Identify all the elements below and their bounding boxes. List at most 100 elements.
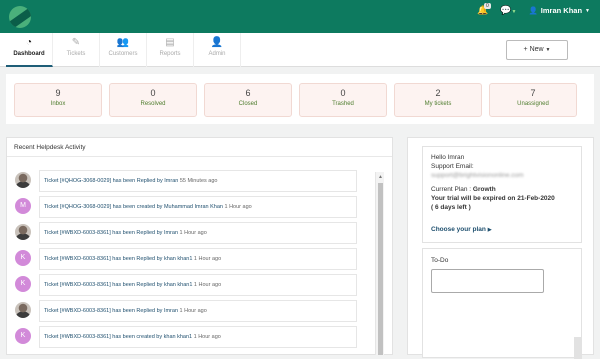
support-email: support@brightvisiononline.com — [431, 172, 524, 179]
todo-card: To-Do — [422, 248, 582, 359]
activity-item: K Ticket [#WBXD-6003-8361] has been crea… — [15, 326, 393, 348]
stat-value: 6 — [245, 88, 251, 98]
activity-text: Ticket [#WBXD-6003-8361] has been create… — [44, 334, 193, 340]
notifications-count: 0 — [484, 3, 491, 9]
avatar — [15, 224, 31, 240]
activity-entry[interactable]: Ticket [#WBXD-6003-8361] has been Replie… — [39, 274, 357, 296]
tab-dashboard[interactable]: ◔ Dashboard — [6, 33, 53, 67]
activity-time: 1 Hour ago — [179, 308, 207, 314]
activity-title: Recent Helpdesk Activity — [14, 144, 86, 151]
stat-inbox[interactable]: 9 Inbox — [14, 83, 102, 117]
stat-value: 2 — [435, 88, 441, 98]
divider — [7, 156, 392, 157]
avatar — [15, 302, 31, 318]
ticket-icon: ✎ — [71, 37, 81, 48]
activity-time: 1 Hour ago — [224, 204, 252, 210]
activity-item: K Ticket [#WBXD-6003-8361] has been Repl… — [15, 274, 393, 296]
activity-time: 55 Minutes ago — [179, 178, 218, 184]
current-plan-value: Growth — [472, 186, 496, 193]
activity-item: M Ticket [#QHOG-3068-0029] has been crea… — [15, 196, 393, 218]
app-logo[interactable] — [9, 6, 31, 28]
activity-time: 1 Hour ago — [179, 230, 207, 236]
user-name: Imran Khan — [540, 6, 583, 15]
stat-closed[interactable]: 6 Closed — [204, 83, 292, 117]
notifications-button[interactable]: 🔔 0 — [477, 3, 491, 16]
plan-card: Hello Imran Support Email: support@brigh… — [422, 146, 582, 243]
stat-label: Trashed — [332, 101, 354, 107]
chat-button[interactable]: 💬▼ — [500, 5, 516, 16]
avatar — [15, 172, 31, 188]
chevron-down-icon: ▼ — [545, 47, 551, 53]
avatar: M — [15, 198, 31, 214]
activity-text: Ticket [#WBXD-6003-8361] has been Replie… — [44, 308, 179, 314]
activity-entry[interactable]: Ticket [#QHOG-3068-0029] has been create… — [39, 196, 357, 218]
plus-icon: + — [523, 46, 528, 53]
stat-value: 0 — [150, 88, 156, 98]
current-plan: Current Plan : Growth — [431, 186, 496, 193]
users-icon: 👥 — [116, 37, 130, 48]
todo-input[interactable] — [431, 269, 544, 293]
stat-value: 7 — [530, 88, 536, 98]
chevron-down-icon: ▼ — [585, 7, 590, 14]
stat-value: 0 — [340, 88, 346, 98]
stat-label: Resolved — [140, 101, 166, 107]
stat-value: 9 — [55, 88, 61, 98]
activity-entry[interactable]: Ticket [#WBXD-6003-8361] has been Replie… — [39, 300, 357, 322]
choose-plan-link[interactable]: Choose your plan ▶ — [431, 226, 492, 233]
activity-text: Ticket [#WBXD-6003-8361] has been Replie… — [44, 256, 193, 262]
avatar: K — [15, 250, 31, 266]
stats-panel: 9 Inbox 0 Resolved 6 Closed 0 Trashed 2 … — [6, 74, 594, 124]
new-button[interactable]: + New ▼ — [506, 40, 568, 60]
activity-entry[interactable]: Ticket [#WBXD-6003-8361] has been Replie… — [39, 222, 357, 244]
tab-customers[interactable]: 👥 Customers — [100, 33, 147, 67]
tab-reports[interactable]: ▤ Reports — [147, 33, 194, 67]
stat-my-tickets[interactable]: 2 My tickets — [394, 83, 482, 117]
stat-label: Inbox — [50, 101, 66, 107]
activity-entry[interactable]: Ticket [#WBXD-6003-8361] has been create… — [39, 326, 357, 348]
top-bar: 🔔 0 💬▼ 👤 Imran Khan ▼ — [0, 0, 600, 33]
activity-item: K Ticket [#WBXD-6003-8361] has been Repl… — [15, 248, 393, 270]
user-icon: 👤 — [528, 6, 538, 15]
activity-entry[interactable]: Ticket [#QHOG-3068-0029] has been Replie… — [39, 170, 357, 192]
greeting: Hello Imran — [431, 154, 465, 161]
stat-resolved[interactable]: 0 Resolved — [109, 83, 197, 117]
chart-icon: ▤ — [165, 37, 175, 48]
current-plan-label: Current Plan : — [431, 186, 472, 193]
stat-trashed[interactable]: 0 Trashed — [299, 83, 387, 117]
stat-label: Unassigned — [517, 101, 549, 107]
activity-entry[interactable]: Ticket [#WBXD-6003-8361] has been Replie… — [39, 248, 357, 270]
activity-item: Ticket [#WBXD-6003-8361] has been Replie… — [15, 300, 393, 322]
user-menu[interactable]: 👤 Imran Khan ▼ — [528, 6, 590, 15]
activity-scrollbar[interactable]: ▲ — [375, 172, 384, 355]
choose-plan-label: Choose your plan — [431, 226, 486, 233]
account-panel: Hello Imran Support Email: support@brigh… — [407, 137, 594, 359]
tab-label: Customers — [108, 51, 138, 57]
avatar: K — [15, 328, 31, 344]
tab-label: Reports — [159, 51, 181, 57]
activity-time: 1 Hour ago — [193, 334, 221, 340]
scroll-up-icon[interactable]: ▲ — [378, 174, 383, 180]
scrollbar-thumb[interactable] — [378, 183, 383, 355]
tab-tickets[interactable]: ✎ Tickets — [53, 33, 100, 67]
new-button-label: New — [529, 46, 544, 53]
trial-expiry: Your trial will be expired on 21-Feb-202… — [431, 195, 555, 202]
tab-label: Tickets — [66, 51, 86, 57]
activity-text: Ticket [#QHOG-3068-0029] has been Replie… — [44, 178, 179, 184]
dashboard-icon: ◔ — [25, 37, 33, 48]
activity-time: 1 Hour ago — [193, 256, 222, 262]
days-left: ( 6 days left ) — [431, 204, 471, 211]
tab-admin[interactable]: 👤 Admin — [194, 33, 241, 67]
activity-text: Ticket [#WBXD-6003-8361] has been Replie… — [44, 282, 193, 288]
todo-scrollbar[interactable] — [574, 337, 582, 359]
chat-icon: 💬 — [500, 5, 512, 15]
activity-text: Ticket [#WBXD-6003-8361] has been Replie… — [44, 230, 179, 236]
activity-text: Ticket [#QHOG-3068-0029] has been create… — [44, 204, 223, 210]
todo-title: To-Do — [431, 257, 449, 264]
activity-item: Ticket [#QHOG-3068-0029] has been Replie… — [15, 170, 393, 192]
stat-unassigned[interactable]: 7 Unassigned — [489, 83, 577, 117]
avatar: K — [15, 276, 31, 292]
user-icon: 👤 — [210, 37, 224, 48]
stat-label: My tickets — [424, 101, 452, 107]
activity-panel: Recent Helpdesk Activity Ticket [#QHOG-3… — [6, 137, 393, 355]
tab-label: Dashboard — [13, 51, 45, 57]
